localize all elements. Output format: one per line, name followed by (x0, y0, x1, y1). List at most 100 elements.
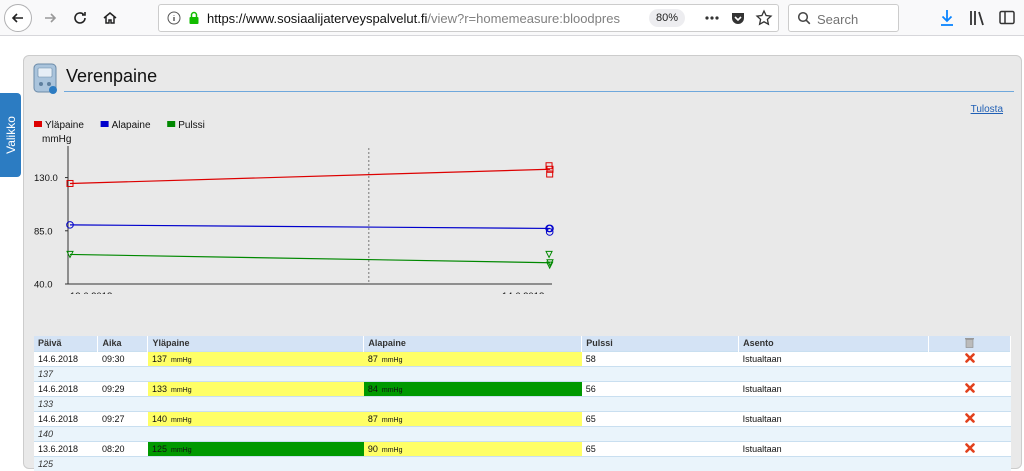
cell-note: 125 (34, 455, 1011, 471)
col-header-diastolic[interactable]: Alapaine (363, 336, 583, 351)
cell-position: Istualtaan (738, 380, 929, 396)
more-dots-icon[interactable] (703, 9, 721, 27)
series-line-2 (69, 253, 551, 264)
cell-date: 14.6.2018 (34, 350, 98, 366)
series-line-1 (69, 224, 551, 230)
title-divider (64, 91, 1014, 92)
cell-systolic: 133 mmHg (147, 380, 364, 396)
measurements-table: Päivä Aika Yläpaine Alapaine Pulssi Asen… (34, 336, 1011, 471)
cell-diastolic: 84 mmHg (363, 380, 582, 396)
delete-icon[interactable] (964, 442, 975, 453)
point-marker (545, 250, 553, 259)
page-title: Verenpaine (66, 66, 158, 86)
systolic-value: 140 (151, 413, 167, 424)
cell-time: 09:30 (97, 350, 148, 366)
col-header-systolic[interactable]: Yläpaine (147, 336, 365, 351)
cell-pulse: 65 (581, 440, 739, 456)
table-note-row: 133 (34, 395, 1011, 411)
legend-swatch (34, 121, 42, 127)
x-tick-label: 13.6.2018 (70, 291, 112, 294)
cell-position: Istualtaan (738, 440, 929, 456)
table-row[interactable]: 14.6.2018 09:30 137 mmHg 87 mmHg 58 Istualtaan (34, 350, 1011, 366)
cell-date: 14.6.2018 (34, 380, 98, 396)
home-button[interactable] (96, 4, 124, 32)
diastolic-value: 87 (367, 353, 378, 364)
legend-label: Yläpaine (45, 120, 84, 131)
diastolic-value: 87 (367, 413, 378, 424)
sidebar-toggle-icon[interactable] (998, 8, 1016, 28)
legend-label: Alapaine (112, 120, 151, 131)
col-header-delete (928, 336, 1011, 351)
cell-time: 09:29 (97, 380, 148, 396)
reload-button[interactable] (66, 4, 94, 32)
cell-position: Istualtaan (738, 350, 929, 366)
arrow-right-icon (45, 13, 57, 23)
series-line-0 (69, 168, 551, 185)
lock-icon[interactable] (187, 11, 201, 25)
systolic-value: 125 (151, 443, 167, 454)
y-tick-label: 130.0 (34, 173, 58, 184)
search-box[interactable]: Search (788, 4, 899, 32)
delete-icon[interactable] (964, 382, 975, 393)
cell-pulse: 58 (581, 350, 739, 366)
y-tick-label: 40.0 (34, 280, 53, 291)
unit-label: mmHg (381, 446, 403, 454)
col-header-position[interactable]: Asento (738, 336, 930, 351)
table-row[interactable]: 14.6.2018 09:29 133 mmHg 84 mmHg 56 Istualtaan (34, 380, 1011, 396)
url-path: /view?r=homemeasure:bloodpres (427, 11, 620, 26)
legend-swatch (100, 121, 109, 127)
trash-icon (965, 337, 974, 348)
home-icon (103, 12, 117, 24)
col-header-date[interactable]: Päivä (34, 336, 99, 351)
unit-label: mmHg (171, 386, 192, 394)
table-note-row: 140 (34, 425, 1011, 441)
unit-label: mmHg (381, 416, 403, 424)
cell-note: 137 (34, 365, 1011, 381)
table-row[interactable]: 14.6.2018 09:27 140 mmHg 87 mmHg 65 Istualtaan (34, 410, 1011, 426)
reload-icon (74, 12, 86, 24)
back-button[interactable] (4, 4, 32, 32)
cell-systolic: 137 mmHg (147, 350, 364, 366)
forward-button[interactable] (36, 4, 64, 32)
blood-pressure-app-icon (33, 63, 57, 94)
pocket-icon[interactable] (729, 9, 747, 27)
cell-systolic: 140 mmHg (147, 410, 364, 426)
arrow-left-icon (11, 13, 23, 23)
cell-time: 09:27 (97, 410, 148, 426)
url-text[interactable]: https://www.sosiaalijaterveyspalvelut.fi… (207, 11, 637, 26)
download-icon[interactable] (938, 8, 956, 28)
cell-note: 140 (34, 425, 1011, 441)
table-row[interactable]: 13.6.2018 08:20 125 mmHg 90 mmHg 65 Istualtaan (34, 440, 1011, 456)
cell-note: 133 (34, 395, 1011, 411)
table-note-row: 137 (34, 365, 1011, 381)
url-bar[interactable]: https://www.sosiaalijaterveyspalvelut.fi… (158, 4, 779, 32)
systolic-value: 133 (151, 383, 167, 394)
col-header-time[interactable]: Aika (97, 336, 149, 351)
x-tick-label: 14.6.2018 (502, 291, 544, 294)
zoom-indicator[interactable]: 80% (649, 9, 685, 27)
side-menu-tab[interactable]: Valikko (0, 93, 21, 177)
cell-systolic: 125 mmHg (147, 440, 364, 456)
cell-delete (928, 380, 1011, 396)
delete-icon[interactable] (964, 412, 975, 423)
delete-icon[interactable] (964, 352, 975, 363)
col-header-pulse[interactable]: Pulssi (581, 336, 740, 351)
info-icon[interactable] (167, 11, 181, 25)
library-icon[interactable] (968, 8, 986, 28)
bookmark-star-icon[interactable] (755, 9, 773, 27)
content-panel: Verenpaine Tulosta Yläpaine Alapaine Pulss… (23, 55, 1022, 471)
unit-label: mmHg (171, 356, 192, 364)
cell-delete (928, 410, 1011, 426)
unit-label: mmHg (381, 386, 403, 394)
diastolic-value: 90 (367, 443, 378, 454)
table-header-row: Päivä Aika Yläpaine Alapaine Pulssi Asen… (34, 336, 1011, 351)
print-link[interactable]: Tulosta (971, 104, 1003, 115)
search-icon (797, 11, 811, 25)
unit-label: mmHg (171, 416, 192, 424)
unit-label: mmHg (381, 356, 403, 364)
cell-delete (928, 350, 1011, 366)
unit-label: mmHg (171, 446, 192, 454)
browser-toolbar: https://www.sosiaalijaterveyspalvelut.fi… (0, 0, 1024, 36)
diastolic-value: 84 (367, 383, 378, 394)
table-note-row: 125 (34, 455, 1011, 471)
